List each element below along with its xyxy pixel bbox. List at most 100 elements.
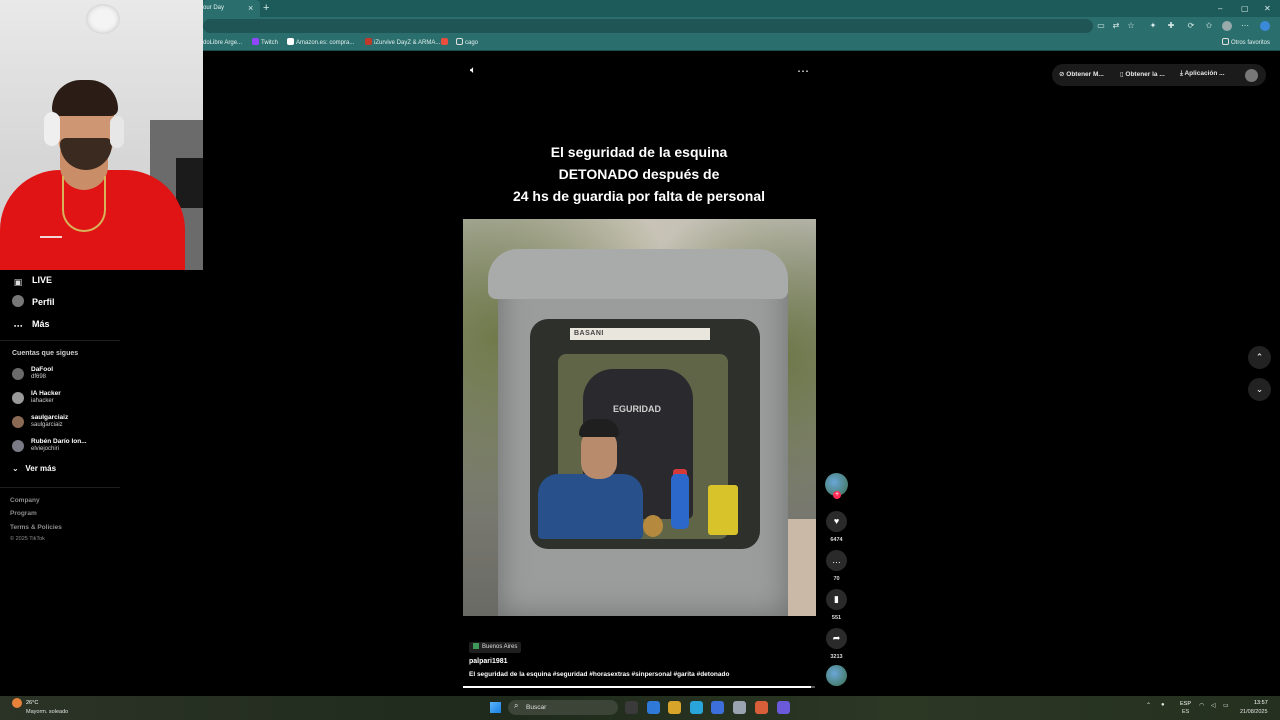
weather-icon[interactable] — [12, 698, 22, 708]
jacket-text: EGURIDAD — [613, 404, 662, 414]
account-handle: df698 — [31, 374, 47, 380]
clock-time[interactable]: 13:57 — [1254, 700, 1268, 706]
bookmark-folder[interactable]: cago — [456, 35, 478, 51]
more-dots-icon: ⋯ — [13, 321, 23, 331]
video-progress-fill — [463, 686, 812, 688]
start-icon[interactable] — [490, 702, 501, 713]
music-disc[interactable] — [826, 665, 847, 686]
steam-icon[interactable] — [711, 701, 724, 714]
video-frame[interactable]: BASANI EGURIDAD — [463, 219, 816, 616]
maximize-icon[interactable]: ▢ — [1241, 0, 1249, 17]
more-options-icon[interactable]: ⋯ — [797, 64, 809, 78]
desktop-app-button[interactable]: ⤓ Aplicación ... — [1180, 70, 1225, 78]
bookmark-icon: ▮ — [834, 594, 839, 604]
app-icon[interactable] — [647, 701, 660, 714]
next-video-button[interactable]: ⌄ — [1248, 378, 1271, 401]
tab-close-icon[interactable]: × — [248, 0, 253, 17]
weather-desc: Mayorm. soleado — [26, 709, 69, 715]
bookmark-item[interactable]: Twitch — [252, 35, 278, 51]
translate-icon[interactable]: ⇄ — [1111, 21, 1121, 31]
account-handle: iahacker — [31, 398, 54, 404]
copyright: © 2025 TikTok — [10, 536, 45, 542]
video-caption: El seguridad de la esquina #seguridad #h… — [469, 671, 730, 678]
like-button[interactable]: ♥ — [826, 511, 847, 532]
cast-icon[interactable]: ▭ — [1096, 21, 1106, 31]
coin-icon: ⊘ — [1059, 71, 1065, 78]
footer-link-company[interactable]: Company — [10, 497, 40, 504]
bookmark-item[interactable]: Amazon.es: compra... — [287, 35, 354, 51]
shirt-logo — [40, 230, 62, 238]
star-icon[interactable]: ☆ — [1126, 21, 1136, 31]
other-favorites-label: Otros favoritos — [1231, 40, 1271, 46]
taskbar-search[interactable]: Buscar — [508, 700, 618, 715]
favorites-icon[interactable]: ✩ — [1204, 21, 1214, 31]
edge-icon[interactable] — [690, 701, 703, 714]
previous-video-button[interactable]: ⌃ — [1248, 346, 1271, 369]
save-count: 551 — [831, 615, 842, 621]
mic-icon[interactable]: ● — [1161, 702, 1165, 708]
address-bar[interactable] — [203, 19, 1093, 33]
sync-icon[interactable]: ⟳ — [1186, 21, 1196, 31]
file-explorer-icon[interactable] — [668, 701, 681, 714]
other-favorites[interactable]: Otros favoritos — [1222, 35, 1270, 51]
weather-temp: 26°C — [26, 700, 39, 706]
extension-icon[interactable]: ✦ — [1148, 21, 1158, 31]
bookmark-item[interactable]: iZurvive DayZ & ARMA... — [365, 35, 440, 51]
booth-sign: BASANI — [570, 328, 710, 340]
search-icon: ⌕ — [514, 701, 519, 710]
copilot-icon[interactable] — [1260, 21, 1270, 31]
new-tab-icon[interactable]: + — [263, 0, 269, 16]
close-window-icon[interactable]: ✕ — [1264, 0, 1271, 17]
webcam-chain — [62, 176, 106, 232]
task-view-icon[interactable] — [625, 701, 638, 714]
amazon-icon — [287, 38, 294, 45]
get-coins-button[interactable]: ⊘ Obtener M... — [1059, 70, 1104, 78]
puzzle-icon[interactable]: ✚ — [1166, 21, 1176, 31]
sidebar-item-more[interactable]: ⋯ Más — [12, 316, 50, 332]
footer-link-terms[interactable]: Terms & Policies — [10, 524, 62, 531]
share-count: 3213 — [830, 654, 843, 660]
get-app-button[interactable]: ▯ Obtener la ... — [1120, 70, 1165, 78]
chrome-icon[interactable] — [755, 701, 768, 714]
sidebar-item-label: LIVE — [32, 275, 53, 285]
avatar — [12, 440, 24, 452]
sidebar-item-profile[interactable]: Perfil — [12, 294, 55, 310]
obs-icon[interactable] — [777, 701, 790, 714]
location-tag[interactable]: Buenos Aires — [469, 642, 522, 653]
profile-icon[interactable] — [1222, 21, 1232, 31]
share-button[interactable]: ➦ — [826, 628, 847, 649]
comment-button[interactable]: … — [826, 550, 847, 571]
tray-chevron-icon[interactable]: ⌃ — [1146, 702, 1151, 709]
wifi-icon[interactable]: ◠ — [1199, 702, 1204, 709]
language-indicator[interactable]: ESP — [1180, 701, 1191, 707]
headset-right — [110, 116, 124, 148]
bookmark-flag-icon — [441, 38, 448, 45]
bookmark-label: doLibre Arge... — [203, 40, 243, 46]
webcam-lamp — [86, 4, 120, 34]
bookmark-item[interactable]: doLibre Arge... — [203, 35, 242, 51]
minimize-icon[interactable]: – — [1218, 0, 1222, 17]
bookmark-item[interactable] — [441, 35, 450, 51]
save-button[interactable]: ▮ — [826, 589, 847, 610]
heart-icon: ♥ — [833, 516, 840, 526]
sidebar-item-live[interactable]: ▣ LIVE — [12, 272, 52, 288]
headline-line: El seguridad de la esquina — [550, 144, 728, 160]
user-avatar[interactable] — [1245, 69, 1258, 82]
guard-cap — [579, 419, 619, 437]
battery-icon[interactable]: ▭ — [1223, 702, 1229, 709]
footer-link-program[interactable]: Program — [10, 510, 37, 517]
menu-dots-icon[interactable]: ⋯ — [1240, 21, 1250, 31]
video-progress-bar[interactable] — [463, 686, 815, 688]
volume-icon[interactable]: 🔈︎ — [470, 65, 476, 76]
see-more-button[interactable]: ⌄ Ver más — [12, 464, 56, 473]
bookmark-label: Twitch — [261, 40, 279, 46]
sidebar-item-label: Perfil — [32, 297, 55, 307]
follow-plus-icon[interactable]: + — [833, 491, 841, 499]
video-author[interactable]: palpari1981 — [469, 658, 508, 665]
tab-title: our Day — [203, 5, 225, 11]
speaker-icon[interactable]: ◁ — [1211, 702, 1216, 709]
izurvive-icon — [365, 38, 372, 45]
account-name: Rubén Darío Ion... — [31, 438, 87, 445]
store-icon[interactable] — [733, 701, 746, 714]
bookmark-label: Amazon.es: compra... — [296, 40, 355, 46]
